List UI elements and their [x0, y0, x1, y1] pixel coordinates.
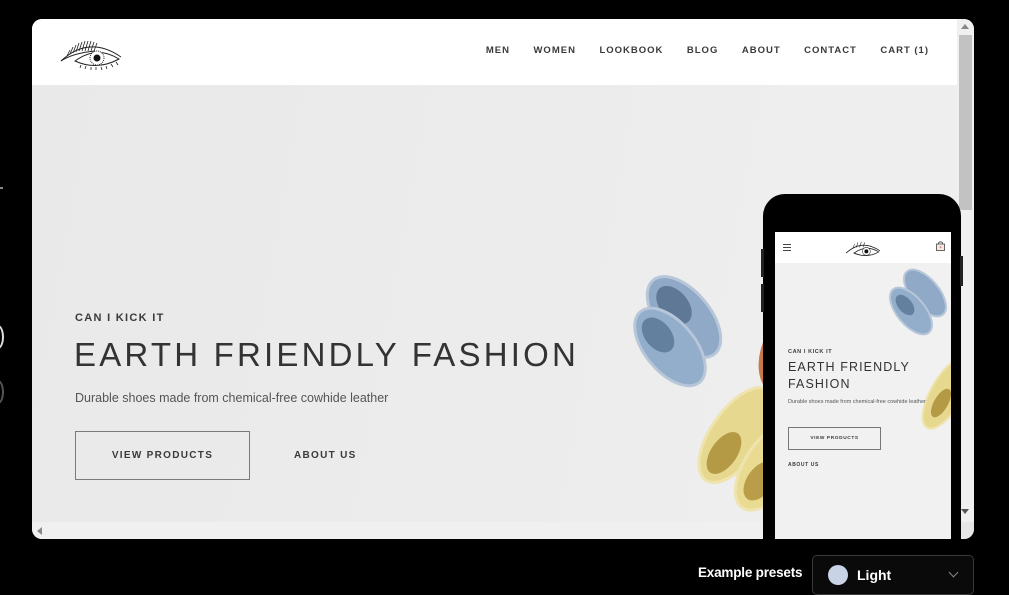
phone-side-button	[761, 249, 764, 277]
color-swatch-icon	[828, 565, 848, 585]
edge-dot[interactable]	[0, 380, 4, 404]
main-nav: MEN WOMEN LOOKBOOK BLOG ABOUT CONTACT CA…	[462, 45, 929, 56]
nav-women[interactable]: WOMEN	[533, 45, 575, 56]
mobile-hero-subline: Durable shoes made from chemical-free co…	[788, 399, 926, 405]
presets-dropdown[interactable]: Light	[812, 555, 974, 595]
scroll-up-arrow-icon[interactable]	[961, 24, 969, 29]
nav-cart[interactable]: CART (1)	[880, 45, 929, 56]
mobile-hero-headline: EARTH FRIENDLY FASHION	[788, 360, 910, 391]
hamburger-menu-icon[interactable]	[783, 244, 791, 251]
mobile-hero-eyebrow: CAN I KICK IT	[788, 349, 833, 355]
nav-about[interactable]: ABOUT	[742, 45, 781, 56]
view-products-button[interactable]: VIEW PRODUCTS	[75, 431, 250, 480]
presets-selected-value: Light	[857, 567, 892, 583]
eye-logo-icon[interactable]	[59, 33, 123, 71]
mobile-preview: CAN I KICK IT EARTH FRIENDLY FASHION Dur…	[761, 194, 963, 544]
hero-headline: EARTH FRIENDLY FASHION	[74, 336, 579, 373]
eye-logo-icon[interactable]	[845, 237, 881, 259]
mobile-about-us-link[interactable]: ABOUT US	[788, 462, 819, 468]
nav-men[interactable]: MEN	[486, 45, 510, 56]
scroll-left-arrow-icon[interactable]	[37, 527, 42, 535]
mobile-header	[775, 232, 951, 263]
phone-side-button	[761, 284, 764, 312]
hero-subline: Durable shoes made from chemical-free co…	[75, 391, 389, 405]
edge-tick	[0, 187, 3, 189]
scrollbar-thumb[interactable]	[959, 35, 972, 210]
site-header: MEN WOMEN LOOKBOOK BLOG ABOUT CONTACT CA…	[32, 19, 957, 85]
mobile-view-products-button[interactable]: VIEW PRODUCTS	[788, 427, 881, 450]
presets-label: Example presets	[698, 565, 803, 580]
left-edge-controls	[0, 0, 30, 591]
about-us-link[interactable]: ABOUT US	[294, 450, 357, 461]
chevron-down-icon	[948, 567, 959, 578]
nav-lookbook[interactable]: LOOKBOOK	[599, 45, 663, 56]
mobile-shoes-image	[889, 268, 951, 430]
edge-dot-active[interactable]	[0, 325, 4, 349]
scroll-down-arrow-icon[interactable]	[961, 509, 969, 514]
hero-eyebrow: CAN I KICK IT	[75, 312, 165, 324]
shopping-bag-icon[interactable]	[936, 241, 945, 251]
phone-side-button	[960, 256, 963, 286]
phone-screen: CAN I KICK IT EARTH FRIENDLY FASHION Dur…	[775, 232, 951, 539]
nav-contact[interactable]: CONTACT	[804, 45, 857, 56]
nav-blog[interactable]: BLOG	[687, 45, 718, 56]
